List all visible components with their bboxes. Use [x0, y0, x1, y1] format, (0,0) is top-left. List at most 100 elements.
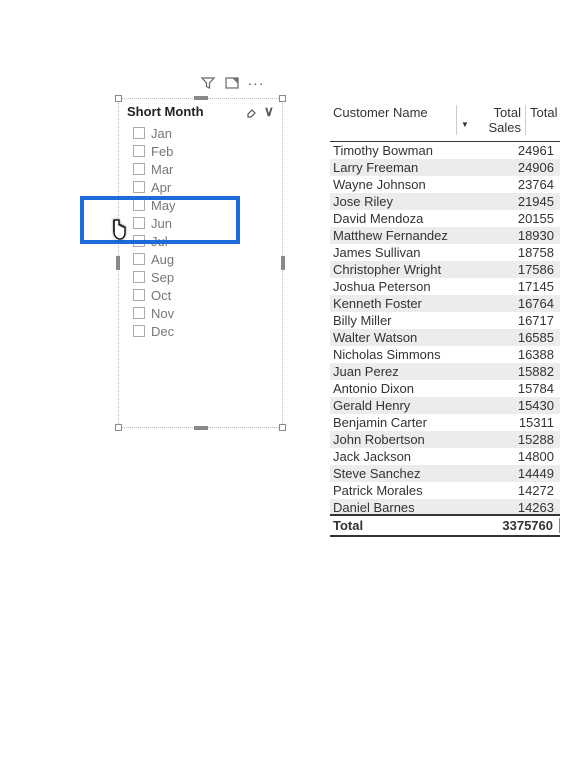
checkbox-icon[interactable] — [133, 163, 145, 175]
chevron-down-icon[interactable]: ∨ — [264, 103, 274, 120]
visual-toolbar: ··· — [200, 75, 264, 91]
checkbox-icon[interactable] — [133, 271, 145, 283]
table-row[interactable]: Juan Perez15882 — [330, 363, 560, 380]
table-row[interactable]: Steve Sanchez14449 — [330, 465, 560, 482]
cell-customer-name: Jose Riley — [330, 194, 490, 209]
table-row[interactable]: Kenneth Foster16764 — [330, 295, 560, 312]
clear-selections-icon[interactable] — [244, 105, 258, 119]
checkbox-icon[interactable] — [133, 181, 145, 193]
column-total-sales[interactable]: Total Sales ▼ — [456, 105, 526, 135]
checkbox-icon[interactable] — [133, 217, 145, 229]
cell-total-sales: 15311 — [490, 415, 560, 430]
cell-total-sales: 14263 — [490, 500, 560, 513]
resize-handle-bl[interactable] — [115, 424, 122, 431]
checkbox-icon[interactable] — [133, 199, 145, 211]
column-customer-name[interactable]: Customer Name — [333, 105, 456, 135]
more-options-icon[interactable]: ··· — [248, 75, 264, 91]
cell-customer-name: James Sullivan — [330, 245, 490, 260]
cell-total-sales: 18930 — [490, 228, 560, 243]
resize-handle-bottom[interactable] — [194, 426, 208, 430]
table-row[interactable]: Daniel Barnes14263 — [330, 499, 560, 514]
table-row[interactable]: Timothy Bowman24961 — [330, 142, 560, 159]
slicer-item-label: Apr — [151, 180, 171, 195]
checkbox-icon[interactable] — [133, 325, 145, 337]
checkbox-icon[interactable] — [133, 145, 145, 157]
slicer-item[interactable]: Feb — [133, 142, 274, 160]
slicer-header: Short Month ∨ — [119, 99, 282, 124]
table-row[interactable]: Joshua Peterson17145 — [330, 278, 560, 295]
slicer-item[interactable]: Jul — [133, 232, 274, 250]
slicer-item[interactable]: Mar — [133, 160, 274, 178]
table-row[interactable]: Billy Miller16717 — [330, 312, 560, 329]
cell-customer-name: David Mendoza — [330, 211, 490, 226]
slicer-item[interactable]: May — [133, 196, 274, 214]
slicer-item[interactable]: Oct — [133, 286, 274, 304]
cell-total-sales: 15430 — [490, 398, 560, 413]
cell-customer-name: Kenneth Foster — [330, 296, 490, 311]
cell-customer-name: John Robertson — [330, 432, 490, 447]
table-row[interactable]: Jose Riley21945 — [330, 193, 560, 210]
cell-total-sales: 24961 — [490, 143, 560, 158]
cell-customer-name: Christopher Wright — [330, 262, 490, 277]
cell-total-sales: 14449 — [490, 466, 560, 481]
checkbox-icon[interactable] — [133, 307, 145, 319]
cell-customer-name: Benjamin Carter — [330, 415, 490, 430]
table-row[interactable]: Matthew Fernandez18930 — [330, 227, 560, 244]
cell-customer-name: Larry Freeman — [330, 160, 490, 175]
resize-handle-tl[interactable] — [115, 95, 122, 102]
cell-customer-name: Patrick Morales — [330, 483, 490, 498]
cell-total-sales: 16717 — [490, 313, 560, 328]
cursor-pointer-icon — [107, 218, 129, 247]
focus-mode-icon[interactable] — [224, 75, 240, 91]
table-row[interactable]: Benjamin Carter15311 — [330, 414, 560, 431]
resize-handle-top[interactable] — [194, 96, 208, 100]
month-slicer[interactable]: Short Month ∨ Jan Feb Mar Apr May Jun Ju… — [118, 98, 283, 428]
table-row[interactable]: Gerald Henry15430 — [330, 397, 560, 414]
cell-total-sales: 14800 — [490, 449, 560, 464]
table-footer: Total 3375760 — [330, 514, 560, 535]
cell-total-sales: 20155 — [490, 211, 560, 226]
checkbox-icon[interactable] — [133, 235, 145, 247]
table-row[interactable]: Walter Watson16585 — [330, 329, 560, 346]
slicer-item[interactable]: Nov — [133, 304, 274, 322]
cell-customer-name: Walter Watson — [330, 330, 490, 345]
cell-customer-name: Matthew Fernandez — [330, 228, 490, 243]
table-body[interactable]: Timothy Bowman24961Larry Freeman24906Way… — [330, 142, 560, 514]
cell-total-sales: 18758 — [490, 245, 560, 260]
resize-handle-left[interactable] — [116, 256, 120, 270]
sort-descending-icon: ▼ — [461, 120, 469, 129]
table-row[interactable]: Larry Freeman24906 — [330, 159, 560, 176]
resize-handle-br[interactable] — [279, 424, 286, 431]
slicer-item-label: Oct — [151, 288, 171, 303]
table-row[interactable]: Jack Jackson14800 — [330, 448, 560, 465]
slicer-item-label: May — [151, 198, 176, 213]
table-row[interactable]: Wayne Johnson23764 — [330, 176, 560, 193]
table-row[interactable]: James Sullivan18758 — [330, 244, 560, 261]
slicer-item[interactable]: Sep — [133, 268, 274, 286]
cell-total-sales: 15288 — [490, 432, 560, 447]
slicer-item-label: Nov — [151, 306, 174, 321]
slicer-item-label: Mar — [151, 162, 173, 177]
resize-handle-right[interactable] — [281, 256, 285, 270]
table-row[interactable]: Antonio Dixon15784 — [330, 380, 560, 397]
table-row[interactable]: Christopher Wright17586 — [330, 261, 560, 278]
filter-icon[interactable] — [200, 75, 216, 91]
slicer-item[interactable]: Apr — [133, 178, 274, 196]
slicer-item[interactable]: Jun — [133, 214, 274, 232]
slicer-title: Short Month — [127, 104, 244, 119]
slicer-item[interactable]: Aug — [133, 250, 274, 268]
checkbox-icon[interactable] — [133, 127, 145, 139]
table-row[interactable]: Nicholas Simmons16388 — [330, 346, 560, 363]
table-row[interactable]: Patrick Morales14272 — [330, 482, 560, 499]
column-partial[interactable]: Total — [526, 105, 560, 135]
slicer-item-list: Jan Feb Mar Apr May Jun Jul Aug Sep Oct … — [119, 124, 282, 344]
checkbox-icon[interactable] — [133, 289, 145, 301]
cell-total-sales: 15882 — [490, 364, 560, 379]
slicer-item[interactable]: Dec — [133, 322, 274, 340]
table-row[interactable]: John Robertson15288 — [330, 431, 560, 448]
slicer-item[interactable]: Jan — [133, 124, 274, 142]
table-header: Customer Name Total Sales ▼ Total — [330, 102, 560, 142]
checkbox-icon[interactable] — [133, 253, 145, 265]
resize-handle-tr[interactable] — [279, 95, 286, 102]
table-row[interactable]: David Mendoza20155 — [330, 210, 560, 227]
